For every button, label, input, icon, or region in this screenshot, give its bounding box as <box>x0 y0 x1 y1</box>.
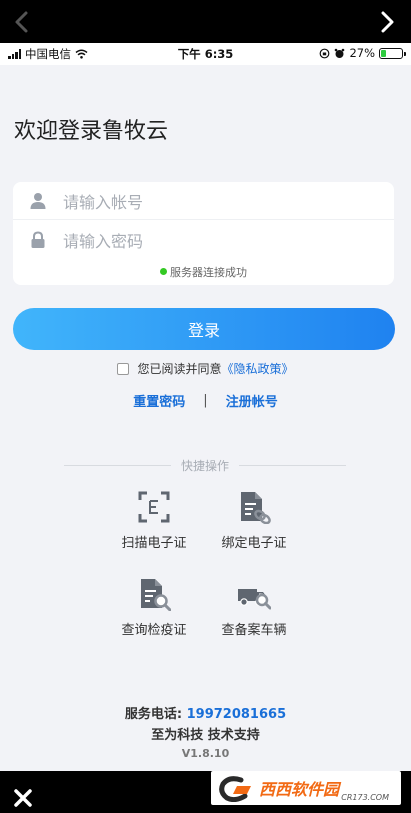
login-button[interactable]: 登录 <box>13 308 395 350</box>
watermark-brand: 西西软件园 <box>259 780 340 799</box>
quick-action-search-cert[interactable]: 查询检疫证 <box>104 577 204 638</box>
search-truck-icon <box>238 589 271 610</box>
back-arrow-icon[interactable] <box>8 8 36 36</box>
alarm-icon <box>335 48 345 58</box>
connection-status: 服务器连接成功 <box>13 264 394 280</box>
forward-arrow-icon[interactable] <box>373 8 401 36</box>
quick-action-label: 查询检疫证 <box>121 623 187 638</box>
password-field[interactable]: 请输入密码 <box>13 221 394 259</box>
watermark-logo-icon <box>219 776 251 802</box>
service-phone[interactable]: 19972081665 <box>187 707 287 722</box>
bind-cert-icon <box>241 492 271 524</box>
scan-e-cert-icon <box>138 491 170 523</box>
account-links-row: 重置密码 | 注册帐号 <box>0 391 411 410</box>
browser-top-bar <box>0 0 411 43</box>
quick-actions-title: 快捷操作 <box>181 458 230 473</box>
service-phone-row: 服务电话: 19972081665 <box>0 703 411 722</box>
register-link[interactable]: 注册帐号 <box>226 391 278 410</box>
agreement-row: 您已阅读并同意 《隐私政策》 <box>0 360 411 377</box>
link-separator: | <box>203 393 208 408</box>
account-placeholder: 请输入帐号 <box>63 192 144 212</box>
agree-text: 您已阅读并同意 <box>137 362 222 376</box>
user-icon <box>30 192 46 209</box>
lock-icon <box>31 231 45 248</box>
app-screen: 中国电信 下午 6:35 27% 欢迎登录鲁牧云 请输入帐号 请输入密码 服务器… <box>0 43 411 771</box>
login-form-card: 请输入帐号 请输入密码 服务器连接成功 <box>13 182 394 285</box>
battery-icon <box>379 47 406 59</box>
battery-percent: 27% <box>349 46 375 60</box>
watermark-url: CR173.COM <box>341 793 389 802</box>
status-dot-icon <box>160 268 167 275</box>
close-icon[interactable] <box>12 787 34 809</box>
tech-support: 至为科技 技术支持 <box>151 728 260 743</box>
quick-action-label: 扫描电子证 <box>121 536 187 551</box>
quick-actions-header: 快捷操作 <box>64 457 347 473</box>
battery-fill <box>381 49 387 57</box>
quick-action-search-truck[interactable]: 查备案车辆 <box>204 577 304 638</box>
status-right: 27% <box>319 46 406 60</box>
password-placeholder: 请输入密码 <box>63 232 144 251</box>
privacy-policy-link[interactable]: 《隐私政策》 <box>222 360 294 377</box>
divider <box>239 464 347 466</box>
app-version: V1.8.10 <box>181 747 230 760</box>
account-field[interactable]: 请输入帐号 <box>13 182 394 220</box>
quick-action-label: 查备案车辆 <box>221 623 287 638</box>
quick-action-scan[interactable]: 扫描电子证 <box>104 490 204 551</box>
watermark-logo: 西西软件园 CR173.COM <box>211 771 401 805</box>
agree-checkbox[interactable] <box>117 362 130 375</box>
quick-action-label: 绑定电子证 <box>221 536 287 551</box>
search-cert-icon <box>141 579 171 611</box>
quick-action-bind[interactable]: 绑定电子证 <box>204 490 304 551</box>
reset-password-link[interactable]: 重置密码 <box>133 391 185 410</box>
page-title: 欢迎登录鲁牧云 <box>14 119 169 144</box>
status-bar: 中国电信 下午 6:35 27% <box>0 43 411 65</box>
connection-status-text: 服务器连接成功 <box>170 266 247 279</box>
orientation-lock-icon <box>320 48 330 58</box>
service-label: 服务电话: <box>124 707 183 722</box>
browser-bottom-bar: 西西软件园 CR173.COM <box>0 771 411 813</box>
divider <box>64 464 171 466</box>
